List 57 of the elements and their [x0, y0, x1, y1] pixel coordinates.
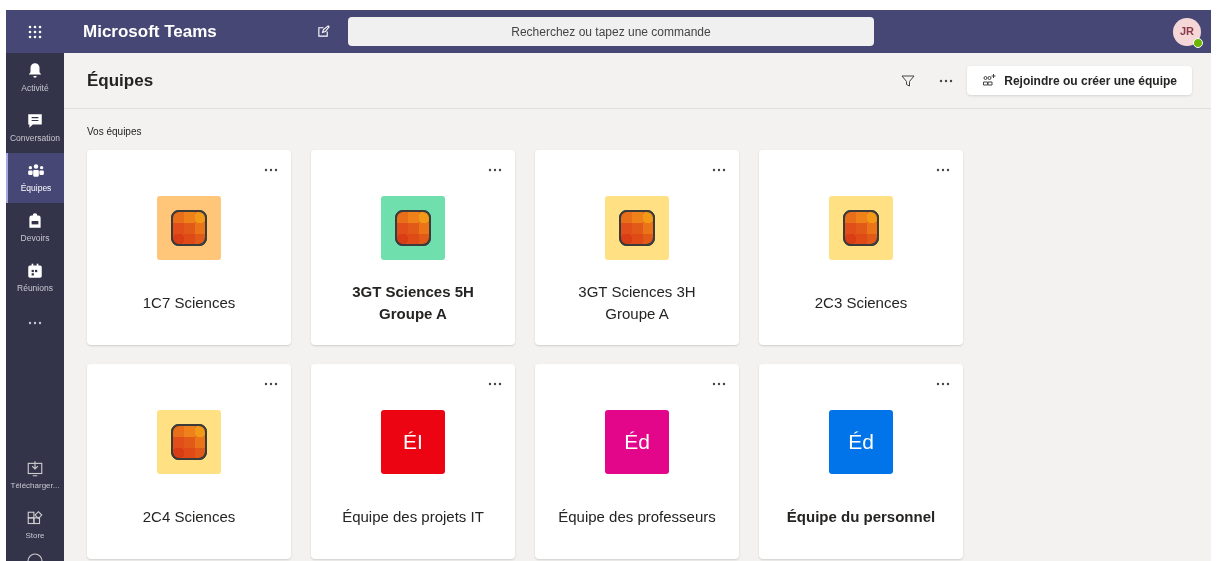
- team-name: Équipe du personnel: [786, 506, 936, 527]
- compose-icon[interactable]: [317, 25, 330, 38]
- more-icon[interactable]: [264, 382, 278, 386]
- app-bar-item[interactable]: Réunions: [6, 253, 64, 303]
- app-bar-item[interactable]: Conversation: [6, 103, 64, 153]
- app-title: Microsoft Teams: [83, 20, 218, 43]
- grid-square-icon: [395, 210, 431, 246]
- more-icon[interactable]: [939, 78, 954, 83]
- team-name: Équipe des projets IT: [342, 506, 484, 527]
- team-card[interactable]: Éd Équipe des professeurs: [535, 364, 739, 559]
- team-avatar: Éd: [829, 410, 893, 474]
- more-icon[interactable]: [712, 168, 726, 172]
- download-icon: [26, 460, 44, 478]
- more-icon[interactable]: [936, 382, 950, 386]
- app-launcher-icon[interactable]: [28, 24, 42, 39]
- avatar[interactable]: JR: [1173, 17, 1201, 46]
- more-icon[interactable]: [28, 321, 42, 325]
- more-icon[interactable]: [936, 168, 950, 172]
- team-card[interactable]: 3GT Sciences 3H Groupe A: [535, 150, 739, 345]
- grid-square-icon: [171, 210, 207, 246]
- team-name: 2C3 Sciences: [814, 292, 908, 313]
- app-bar-item[interactable]: Télécharger...: [6, 451, 64, 501]
- grid-square-icon: [171, 424, 207, 460]
- chat-icon: [26, 111, 44, 130]
- team-avatar: Éd: [605, 410, 669, 474]
- team-name: 2C4 Sciences: [142, 506, 236, 527]
- app-bar-item[interactable]: Devoirs: [6, 203, 64, 253]
- team-name: Équipe des professeurs: [558, 506, 716, 527]
- grid-square-icon: [843, 210, 879, 246]
- more-icon[interactable]: [264, 168, 278, 172]
- join-team-button[interactable]: Rejoindre ou créer une équipe: [967, 66, 1192, 95]
- more-icon[interactable]: [488, 168, 502, 172]
- more-icon[interactable]: [488, 382, 502, 386]
- people-icon: [27, 161, 45, 180]
- section-label: Vos équipes: [87, 125, 143, 139]
- app-bar-item[interactable]: Équipes: [6, 153, 64, 203]
- team-card[interactable]: 2C3 Sciences: [759, 150, 963, 345]
- app-bar-item[interactable]: Activité: [6, 53, 64, 103]
- team-name: 3GT Sciences 5H Groupe A: [351, 281, 475, 324]
- backpack-icon: [26, 211, 44, 230]
- grid-square-icon: [619, 210, 655, 246]
- team-card[interactable]: 3GT Sciences 5H Groupe A: [311, 150, 515, 345]
- team-card[interactable]: 2C4 Sciences: [87, 364, 291, 559]
- bell-icon: [26, 61, 44, 80]
- team-name: 1C7 Sciences: [142, 292, 236, 313]
- more-icon[interactable]: [712, 382, 726, 386]
- team-card[interactable]: ÉI Équipe des projets IT: [311, 364, 515, 559]
- page-title: Équipes: [87, 69, 154, 92]
- team-name: 3GT Sciences 3H Groupe A: [577, 281, 697, 324]
- calendar-icon: [26, 261, 44, 280]
- add-people-icon: [982, 74, 997, 87]
- team-card[interactable]: Éd Équipe du personnel: [759, 364, 963, 559]
- team-card[interactable]: 1C7 Sciences: [87, 150, 291, 345]
- team-avatar: ÉI: [381, 410, 445, 474]
- search-field[interactable]: Recherchez ou tapez une commande: [348, 17, 874, 46]
- filter-icon[interactable]: [901, 73, 916, 88]
- app-bar-item[interactable]: Store: [6, 501, 64, 551]
